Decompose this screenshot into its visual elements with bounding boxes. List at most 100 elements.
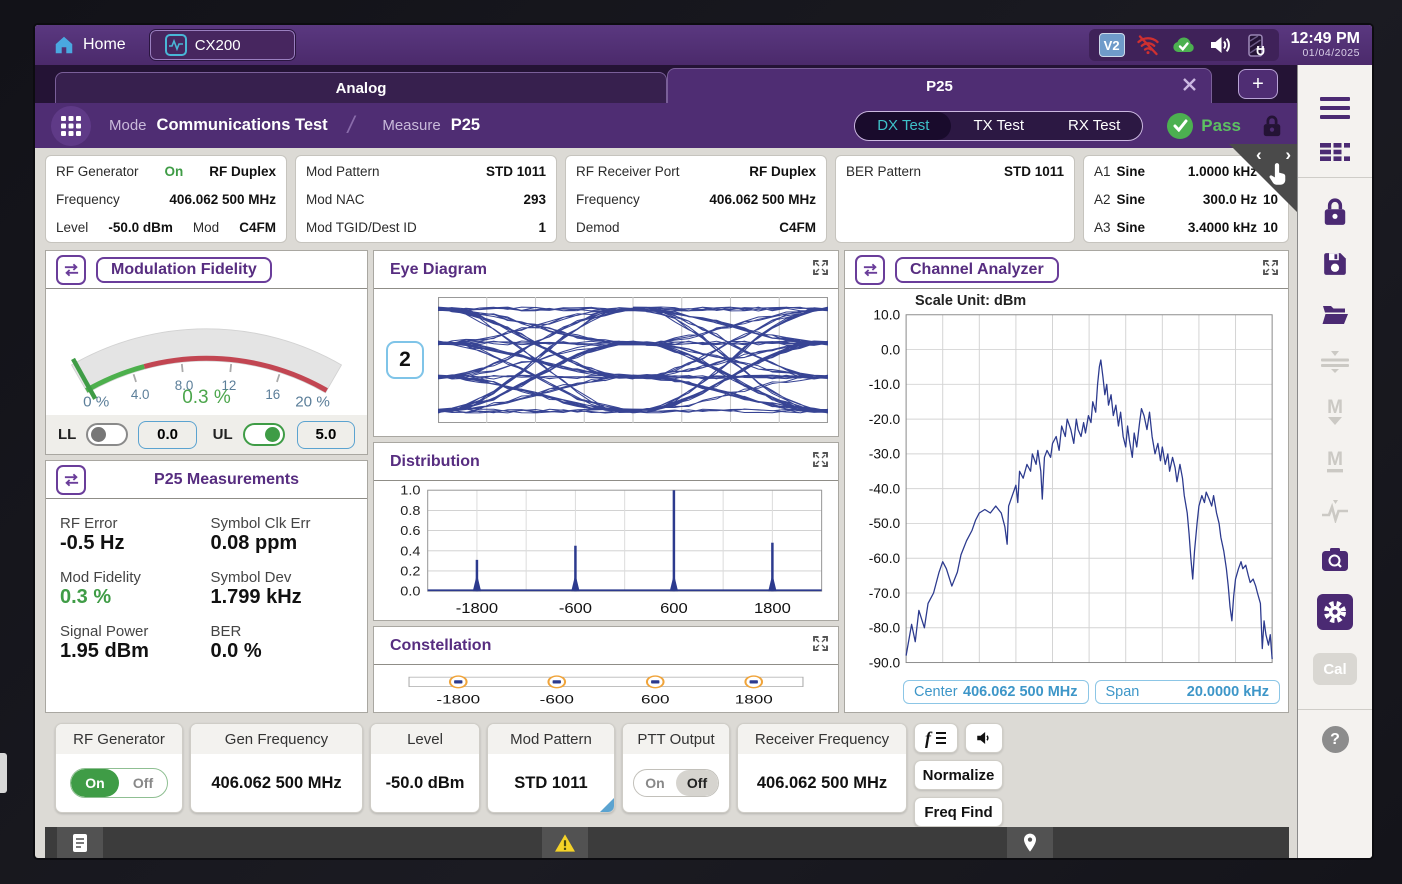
ul-value-box[interactable]: 5.0 [297,421,355,449]
panel-channel-analyzer: Channel Analyzer Scale Unit: dBm 10.00.0… [844,250,1289,713]
svg-text:1800: 1800 [735,694,773,707]
log-list-button[interactable] [57,827,103,858]
add-tab-button[interactable]: + [1238,69,1278,99]
time: 12:49 PM [1291,30,1360,48]
apps-grid-icon[interactable] [51,106,91,146]
svg-text:-600: -600 [540,694,574,707]
distribution-plot: 1.00.80.60.40.20.0-1800-6006001800 [380,483,832,620]
device-screen: Home CX200 V2 12:49 PM 01/04/20 [35,25,1372,858]
center-frequency-box[interactable]: Center406.062 500 MHz [903,680,1089,704]
expand-icon[interactable] [1263,260,1278,280]
trigger-button [1321,499,1349,523]
ll-label: LL [58,426,76,443]
save-button[interactable] [1322,251,1348,277]
constellation-title: Constellation [390,637,491,655]
measure-value[interactable]: P25 [451,116,480,135]
svg-text:0.0: 0.0 [400,585,421,599]
eye-title: Eye Diagram [390,261,487,279]
expand-icon[interactable] [813,452,828,472]
lock-icon[interactable] [1261,114,1283,138]
mode-label: Mode [109,117,147,134]
cloud-ok-icon[interactable] [1171,32,1197,58]
swap-analyzer-button[interactable] [855,255,885,285]
span-box[interactable]: Span20.0000 kHz [1095,680,1281,704]
chevron-left-icon: ‹ [1256,145,1262,165]
measurements-grid: RF Error-0.5 Hz Symbol Clk Err0.08 ppm M… [46,499,367,663]
freq-find-button[interactable]: Freq Find [914,797,1003,827]
audio-monitor-button[interactable] [965,723,1003,753]
device-tab-cx200[interactable]: CX200 [150,30,295,60]
marker-table-button: M [1327,450,1343,474]
swap-meter-button[interactable] [56,255,86,285]
mod-pattern-control[interactable]: Mod Pattern STD 1011 [487,723,615,813]
svg-text:-70.0: -70.0 [869,586,901,601]
gen-frequency-control[interactable]: Gen Frequency 406.062 500 MHz [190,723,363,813]
pass-status: Pass [1167,113,1241,139]
limit-row: LL 0.0 UL 5.0 [46,415,367,454]
scale-unit-label: Scale Unit: dBm [915,293,1280,309]
help-button[interactable]: ? [1322,726,1349,753]
menu-button[interactable] [1320,97,1350,119]
card-rf-receiver[interactable]: RF Receiver PortRF Duplex Frequency406.0… [565,155,827,243]
rf-generator-toggle[interactable]: OnOff [70,768,168,798]
clock: 12:49 PM 01/04/2025 [1291,30,1360,59]
card-rf-generator[interactable]: RF GeneratorOnRF Duplex Frequency406.062… [45,155,287,243]
card-mod-pattern[interactable]: Mod PatternSTD 1011 Mod NAC293 Mod TGID/… [295,155,557,243]
svg-text:1.0: 1.0 [400,484,421,498]
pass-label: Pass [1201,116,1241,136]
svg-text:600: 600 [660,601,688,617]
svg-text:-50.0: -50.0 [869,516,901,531]
tab-rx-test[interactable]: RX Test [1046,112,1142,140]
battery-charging-icon[interactable] [1243,32,1269,58]
svg-text:0.2: 0.2 [400,564,420,578]
pin-icon [1022,833,1038,853]
tab-p25[interactable]: P25 [667,68,1212,103]
constellation-plot: -1800 -600 600 1800 [380,667,832,712]
tab-tx-test[interactable]: TX Test [951,112,1046,140]
svg-text:1800: 1800 [754,601,791,617]
date: 01/04/2025 [1291,48,1360,60]
open-file-button[interactable] [1321,302,1349,326]
function-list-button[interactable]: f [914,723,958,753]
swap-measurements-button[interactable] [56,465,86,495]
warning-button[interactable] [542,827,588,858]
ll-toggle[interactable] [86,423,128,446]
level-control[interactable]: Level -50.0 dBm [370,723,480,813]
normalize-button[interactable]: Normalize [914,760,1003,790]
gauge-title[interactable]: Modulation Fidelity [96,257,272,283]
settings-button[interactable] [1317,594,1353,630]
ll-value-box[interactable]: 0.0 [138,421,196,449]
gear-icon [1317,594,1353,630]
mode-value[interactable]: Communications Test [157,116,328,135]
viavi-logo-icon[interactable]: V2 [1099,33,1125,57]
lock-screen-button[interactable] [1322,198,1348,226]
tab-analog[interactable]: Analog [55,72,667,103]
screenshot-button[interactable] [1321,548,1349,571]
wifi-off-icon[interactable] [1135,32,1161,58]
home-button[interactable]: Home [53,34,126,56]
panel-constellation: Constellation -1800 -600 600 1800 [373,626,839,713]
receiver-frequency-control[interactable]: Receiver Frequency 406.062 500 MHz [737,723,907,813]
card-ber-pattern[interactable]: BER PatternSTD 1011 [835,155,1075,243]
location-pin-button[interactable] [1007,827,1053,858]
settings-summary-row: RF GeneratorOnRF Duplex Frequency406.062… [45,155,1289,243]
edge-bar [45,827,1289,858]
analyzer-title[interactable]: Channel Analyzer [895,257,1059,283]
close-tab-icon[interactable] [1182,77,1197,96]
svg-text:600: 600 [641,694,670,707]
svg-text:-60.0: -60.0 [869,551,901,566]
ptt-output-toggle[interactable]: OnOff [633,769,719,797]
ul-toggle[interactable] [243,423,285,446]
panel-distribution: Distribution 1.00.80.60.40.20.0-1800-600… [373,442,839,621]
speaker-icon[interactable] [1207,32,1233,58]
expand-icon[interactable] [813,260,828,280]
tab-dx-test[interactable]: DX Test [855,112,951,140]
layout-button[interactable] [1320,143,1350,161]
svg-text:-1800: -1800 [436,694,480,707]
test-mode-segmented-control: DX Test TX Test RX Test [854,111,1143,141]
expand-icon[interactable] [813,636,828,656]
center-frequency-button [1321,351,1349,373]
svg-text:0.4: 0.4 [400,544,421,558]
panel-eye-diagram: Eye Diagram 2 [373,250,839,437]
eye-traces-button[interactable]: 2 [386,341,424,379]
